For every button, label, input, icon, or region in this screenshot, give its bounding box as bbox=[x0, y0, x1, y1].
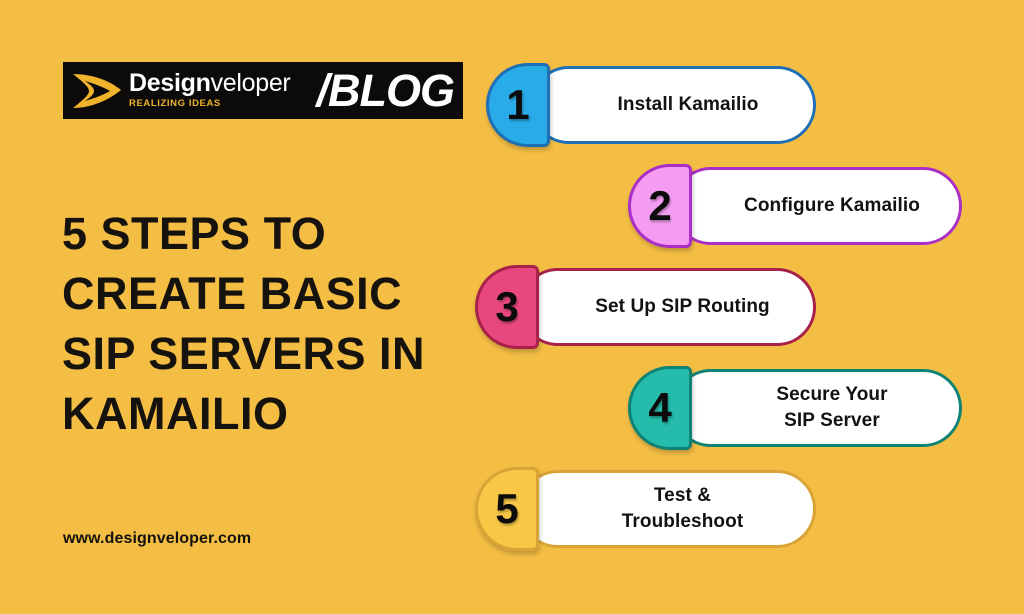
step-pill-2: Configure Kamailio bbox=[672, 167, 962, 245]
step-pill-3: Set Up SIP Routing bbox=[519, 268, 816, 346]
step-number-3: 3 bbox=[495, 283, 519, 330]
step-badge-3: 3 bbox=[475, 265, 539, 349]
step-badge-5: 5 bbox=[475, 467, 539, 551]
step-label-1: Install Kamailio bbox=[617, 94, 759, 115]
step-label-3: Set Up SIP Routing bbox=[595, 296, 770, 317]
step-badge-2: 2 bbox=[628, 164, 692, 248]
step-number-5: 5 bbox=[495, 485, 519, 532]
step-pill-1: Install Kamailio bbox=[530, 66, 816, 144]
step-item-4: Secure Your SIP Server 4 bbox=[628, 366, 962, 450]
step-label-2: Configure Kamailio bbox=[744, 195, 920, 216]
step-item-1: Install Kamailio 1 bbox=[486, 63, 816, 147]
step-item-5: Test & Troubleshoot 5 bbox=[475, 467, 816, 551]
step-number-4: 4 bbox=[648, 384, 672, 431]
step-badge-4: 4 bbox=[628, 366, 692, 450]
infographic-poster: Designveloper REALIZING IDEAS /BLOG 5 St… bbox=[0, 0, 1024, 614]
step-number-1: 1 bbox=[506, 81, 530, 128]
step-item-3: Set Up SIP Routing 3 bbox=[475, 265, 816, 349]
step-item-2: Configure Kamailio 2 bbox=[628, 164, 962, 248]
step-badge-1: 1 bbox=[486, 63, 550, 147]
step-label-4: Secure Your SIP Server bbox=[776, 384, 888, 431]
steps-list: Install Kamailio 1 Configure Kamailio 2 Set … bbox=[0, 0, 1024, 614]
step-pill-5: Test & Troubleshoot bbox=[519, 470, 816, 548]
step-pill-4: Secure Your SIP Server bbox=[672, 369, 962, 447]
step-label-5: Test & Troubleshoot bbox=[621, 485, 744, 532]
step-number-2: 2 bbox=[648, 182, 672, 229]
